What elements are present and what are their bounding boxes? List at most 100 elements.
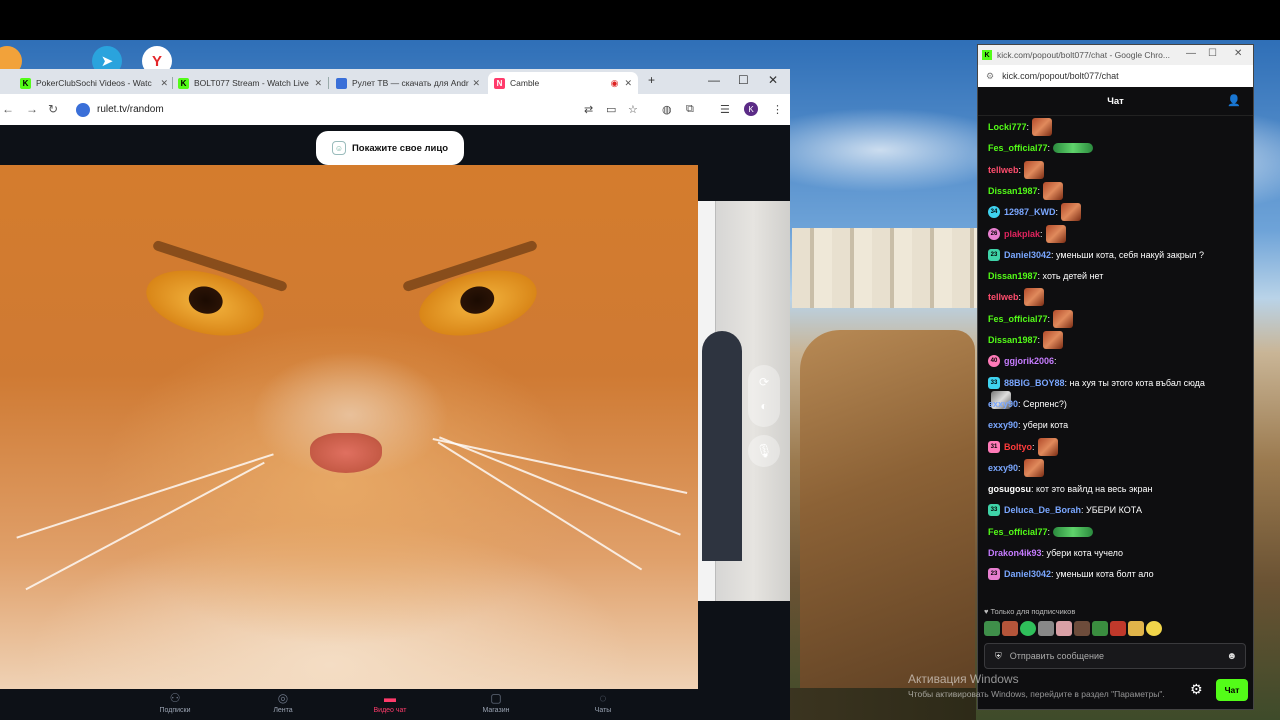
chat-text: : — [1018, 462, 1021, 473]
show-face-prompt[interactable]: ☺ Покажите свое лицо — [316, 131, 464, 165]
chat-username[interactable]: ggjorik2006 — [1004, 356, 1054, 366]
media-queue-icon[interactable]: ☰ — [720, 103, 730, 116]
users-icon[interactable]: 👤 — [1227, 94, 1241, 107]
minimize-icon[interactable]: — — [708, 73, 720, 87]
chat-username[interactable]: Boltyo — [1004, 442, 1032, 452]
subscriber-badge: 33 — [988, 376, 1000, 389]
switch-camera-icon[interactable]: ⟳ — [748, 375, 780, 389]
chat-username[interactable]: Drakon4ik93 — [988, 548, 1042, 558]
activation-title: Активация Windows — [908, 672, 1019, 686]
kick-icon: K — [178, 77, 189, 89]
close-icon[interactable]: ✕ — [314, 78, 322, 89]
chat-text: : УБЕРИ КОТА — [1081, 505, 1142, 516]
translate-icon[interactable]: ⇄ — [584, 103, 593, 116]
feed-icon: ◎ — [277, 691, 289, 705]
back-icon[interactable]: ← — [2, 102, 14, 116]
emote-button[interactable] — [984, 621, 1000, 636]
tab-rulet[interactable]: Рулет ТВ — скачать для Andr ✕ — [330, 72, 486, 94]
chat-username[interactable]: 88BIG_BOY88 — [1004, 378, 1065, 388]
tab-camble[interactable]: N Camble ◉ ✕ — [488, 72, 638, 94]
chat-username[interactable]: Dissan1987 — [988, 335, 1038, 345]
close-icon[interactable]: ✕ — [624, 78, 632, 89]
emote-button[interactable] — [1002, 621, 1018, 636]
subscriber-badge: 23 — [988, 248, 1000, 261]
effects-icon[interactable]: ◐ — [748, 399, 780, 413]
send-chat-button[interactable]: Чат — [1216, 679, 1248, 701]
emote-button[interactable] — [1074, 621, 1090, 636]
close-window-icon[interactable]: ✕ — [768, 73, 778, 87]
minimize-icon[interactable]: — — [1186, 48, 1196, 59]
nav-shop[interactable]: ▢ Магазин — [461, 691, 531, 714]
emoji-icon[interactable]: ☻ — [1226, 651, 1237, 662]
nav-video-chat[interactable]: ▬ Видео чат — [355, 691, 425, 714]
chat-text: : — [1032, 441, 1035, 452]
wallpaper-town — [792, 228, 977, 308]
chat-url-bar[interactable]: ⚙ kick.com/popout/bolt077/chat — [978, 65, 1253, 87]
nav-feed[interactable]: ◎ Лента — [248, 691, 318, 714]
forward-icon[interactable]: → — [26, 102, 38, 116]
chat-username[interactable]: tellweb — [988, 292, 1019, 302]
close-icon[interactable]: ✕ — [472, 78, 480, 89]
microphone-icon[interactable]: 🎙 — [748, 435, 780, 467]
chat-username[interactable]: gosugosu — [988, 484, 1031, 494]
close-window-icon[interactable]: ✕ — [1234, 48, 1242, 59]
nav-chats[interactable]: ◌ Чаты — [568, 691, 638, 714]
site-info-icon[interactable]: ⚙ — [986, 71, 994, 82]
cast-icon[interactable]: ▭ — [606, 103, 616, 116]
chat-message: 33 88BIG_BOY88: на хуя ты этого кота въба… — [988, 373, 1205, 393]
emote-button[interactable] — [1020, 621, 1036, 636]
emote-button[interactable] — [1128, 621, 1144, 636]
bookmark-star-icon[interactable]: ☆ — [628, 103, 638, 116]
cat-whisker — [439, 436, 681, 536]
site-info-icon[interactable] — [76, 102, 90, 117]
chat-text: : — [1054, 356, 1057, 367]
chat-username[interactable]: tellweb — [988, 165, 1019, 175]
chat-username[interactable]: Fes_official77 — [988, 314, 1048, 324]
chat-username[interactable]: Deluca_De_Borah — [1004, 505, 1081, 515]
url-field[interactable]: rulet.tv/random — [70, 98, 650, 121]
emote-bar — [984, 621, 1162, 637]
subscribers-only-label: Только для подписчиков — [990, 607, 1076, 616]
profile-avatar[interactable]: K — [744, 102, 758, 116]
chat-username[interactable]: 12987_KWD — [1004, 207, 1056, 217]
new-tab-button[interactable]: + — [648, 73, 655, 87]
chat-text: : — [1037, 185, 1041, 196]
chat-message: Dissan1987: хоть детей нет — [988, 266, 1103, 286]
chat-username[interactable]: exxy90 — [988, 399, 1018, 409]
close-icon[interactable]: ✕ — [160, 78, 168, 89]
emote-button[interactable] — [1092, 621, 1108, 636]
chat-message-list[interactable]: Locki777: Fes_official77: tellweb: Dissan19… — [978, 117, 1255, 617]
chat-username[interactable]: Daniel3042 — [1004, 569, 1051, 579]
maximize-icon[interactable]: ☐ — [738, 73, 749, 87]
chat-input[interactable]: ⛨ Отправить сообщение ☻ — [984, 643, 1246, 669]
emote-button[interactable] — [1110, 621, 1126, 636]
tab-bolt077[interactable]: K BOLT077 Stream - Watch Live ✕ — [172, 72, 328, 94]
chat-username[interactable]: Locki777 — [988, 122, 1027, 132]
chat-username[interactable]: Dissan1987 — [988, 271, 1038, 281]
extensions-puzzle-icon[interactable]: ⧉ — [686, 103, 694, 116]
nav-subscriptions[interactable]: ⚇ Подписки — [140, 691, 210, 714]
tab-pokerclubsochi[interactable]: K PokerClubSochi Videos - Watc ✕ — [14, 72, 174, 94]
emote-button[interactable] — [1056, 621, 1072, 636]
emote-button[interactable] — [1146, 621, 1162, 636]
camera-controls[interactable]: ⟳ ◐ — [748, 365, 780, 427]
chat-message: Fes_official77: — [988, 309, 1074, 329]
settings-gear-icon[interactable]: ⚙ — [1190, 681, 1203, 698]
extension-icon[interactable]: ◍ — [662, 103, 672, 116]
subscriber-badge: 33 — [988, 504, 1000, 517]
chat-username[interactable]: Fes_official77 — [988, 527, 1048, 537]
chat-username[interactable]: exxy90 — [988, 420, 1018, 430]
chat-username[interactable]: Dissan1987 — [988, 186, 1038, 196]
chat-emote — [1043, 331, 1064, 349]
chat-text: : — [1026, 122, 1030, 132]
reload-icon[interactable]: ↻ — [48, 102, 58, 116]
chat-username[interactable]: exxy90 — [988, 463, 1018, 473]
chat-username[interactable]: Fes_official77 — [988, 143, 1048, 153]
emote-button[interactable] — [1038, 621, 1054, 636]
more-menu-icon[interactable]: ⋮ — [772, 103, 783, 116]
chat-message: Fes_official77: — [988, 138, 1094, 158]
chat-username[interactable]: Daniel3042 — [1004, 250, 1051, 260]
chat-text: : — [1037, 335, 1041, 345]
chat-username[interactable]: plakplak — [1004, 229, 1040, 239]
maximize-icon[interactable]: ☐ — [1208, 48, 1217, 59]
